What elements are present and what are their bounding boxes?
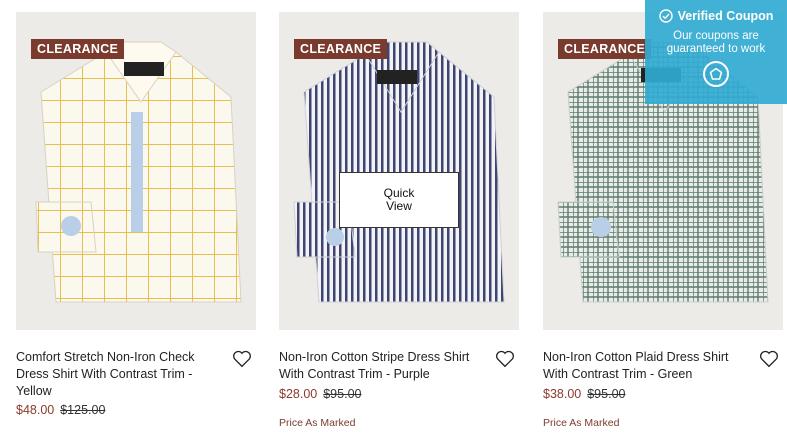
coupon-title: Verified Coupon (677, 9, 774, 23)
original-price: $95.00 (587, 387, 626, 401)
product-card[interactable]: CLEARANCE Quick View Non-Iron Cotton Str… (279, 12, 519, 429)
price-note: Price As Marked (279, 417, 356, 429)
price-row: $28.00 $95.00 (279, 387, 361, 401)
heart-outline-icon[interactable] (759, 350, 779, 368)
coupon-text: Our coupons are guaranteed to work (666, 30, 766, 55)
clearance-badge: CLEARANCE (558, 39, 652, 59)
shirt-yellow-check-image (35, 41, 242, 303)
product-title[interactable]: Comfort Stretch Non-Iron Check Dress Shi… (16, 349, 224, 400)
price-row: $48.00 $125.00 (16, 403, 105, 417)
quick-view-button[interactable]: Quick View (339, 172, 459, 228)
original-price: $125.00 (60, 403, 106, 417)
sale-price: $48.00 (16, 403, 55, 417)
product-image[interactable]: CLEARANCE (16, 12, 256, 330)
shirt-purple-stripe-image (293, 41, 505, 303)
price-row: $38.00 $95.00 (543, 387, 625, 401)
product-image[interactable]: CLEARANCE Quick View (279, 12, 519, 330)
clearance-badge: CLEARANCE (31, 39, 125, 59)
sale-price: $28.00 (279, 387, 318, 401)
heart-outline-icon[interactable] (495, 350, 515, 368)
product-title[interactable]: Non-Iron Cotton Plaid Dress Shirt With C… (543, 349, 751, 383)
product-card[interactable]: CLEARANCE Comfort Stretch Non-Iron Check… (16, 12, 256, 417)
price-note: Price As Marked (543, 417, 620, 429)
heart-outline-icon[interactable] (232, 350, 252, 368)
clearance-badge: CLEARANCE (294, 39, 388, 59)
product-title[interactable]: Non-Iron Cotton Stripe Dress Shirt With … (279, 349, 487, 383)
home-pentagon-icon[interactable] (703, 61, 729, 87)
coupon-header: Verified Coupon (645, 9, 787, 23)
verified-coupon-panel[interactable]: Verified Coupon Our coupons are guarante… (645, 0, 787, 104)
original-price: $95.00 (323, 387, 362, 401)
check-circle-icon (658, 9, 673, 23)
sale-price: $38.00 (543, 387, 582, 401)
